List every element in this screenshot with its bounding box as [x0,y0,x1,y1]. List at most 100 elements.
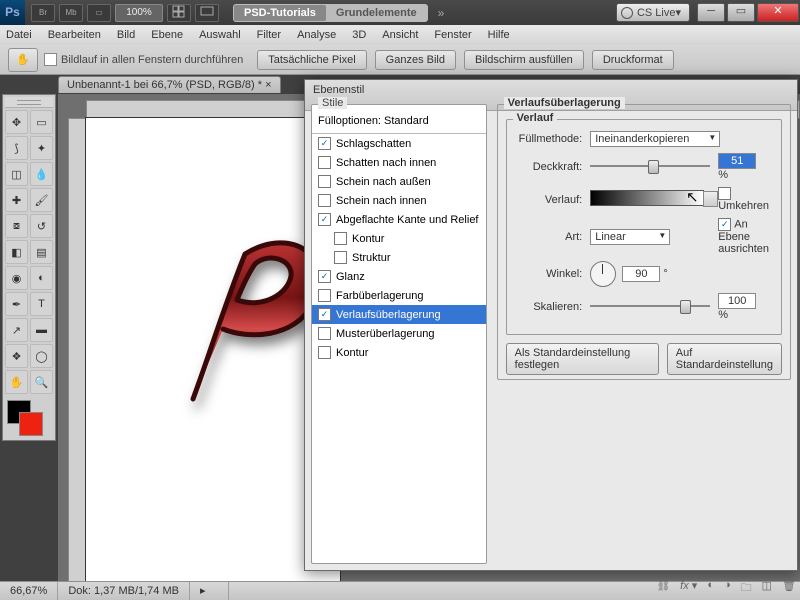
menu-analyse[interactable]: Analyse [297,29,336,41]
actual-pixels-button[interactable]: Tatsächliche Pixel [257,50,366,70]
bridge-icon[interactable]: Br [31,4,55,22]
minibridge-icon[interactable]: Mb [59,4,83,22]
style-row[interactable]: Schein nach innen [312,191,486,210]
heal-tool-icon[interactable]: ✚ [5,188,28,212]
style-checkbox[interactable] [318,327,331,340]
angle-field[interactable]: 90 [622,266,660,282]
menu-hilfe[interactable]: Hilfe [488,29,510,41]
arrange-icon[interactable] [167,4,191,22]
menu-datei[interactable]: Datei [6,29,32,41]
eraser-tool-icon[interactable]: ◧ [5,240,28,264]
stamp-tool-icon[interactable]: ⧇ [5,214,28,238]
wand-tool-icon[interactable]: ✦ [30,136,53,160]
camera-tool-icon[interactable]: ◯ [30,344,53,368]
pen-tool-icon[interactable]: ✒ [5,292,28,316]
new-layer-icon[interactable]: ◫ [762,579,772,598]
zoom-tool-icon[interactable]: 🔍 [30,370,53,394]
style-checkbox[interactable] [318,156,331,169]
style-row[interactable]: Kontur [312,229,486,248]
shape-tool-icon[interactable]: ▬ [30,318,53,342]
style-checkbox[interactable]: ✓ [318,213,331,226]
scroll-all-checkbox[interactable] [44,53,57,66]
gradient-preview[interactable] [590,190,704,206]
style-row[interactable]: Struktur [312,248,486,267]
hand-tool2-icon[interactable]: ✋ [5,370,28,394]
set-default-button[interactable]: Als Standardeinstellung festlegen [506,343,659,375]
workspace-tab-active[interactable]: PSD-Tutorials [234,5,326,21]
style-checkbox[interactable] [318,194,331,207]
fx-icon[interactable]: fx ▾ [680,579,697,598]
style-row[interactable]: ✓Abgeflachte Kante und Relief [312,210,486,229]
style-row[interactable]: ✓Verlaufsüberlagerung [312,305,486,324]
style-row[interactable]: Schein nach außen [312,172,486,191]
cs-live-button[interactable]: CS Live ▾ [616,3,690,22]
angle-dial[interactable] [590,261,616,287]
mask-icon[interactable]: ◐ [707,579,714,598]
style-row[interactable]: ✓Schlagschatten [312,134,486,153]
menu-bearbeiten[interactable]: Bearbeiten [48,29,101,41]
path-tool-icon[interactable]: ↗ [5,318,28,342]
menu-bild[interactable]: Bild [117,29,135,41]
crop-tool-icon[interactable]: ◫ [5,162,28,186]
workspace-tab[interactable]: Grundelemente [326,5,427,21]
hand-tool-icon[interactable]: ✋ [8,48,38,72]
menu-ebene[interactable]: Ebene [151,29,183,41]
link-icon[interactable]: ⛓ [656,579,670,598]
fill-options[interactable]: Fülloptionen: Standard [312,111,486,134]
menu-ansicht[interactable]: Ansicht [382,29,418,41]
style-row[interactable]: Musterüberlagerung [312,324,486,343]
color-swatches[interactable] [5,398,53,438]
blur-tool-icon[interactable]: ◉ [5,266,28,290]
move-tool-icon[interactable]: ✥ [5,110,28,134]
menu-filter[interactable]: Filter [257,29,281,41]
brush-tool-icon[interactable]: 🖌 [30,188,53,212]
style-checkbox[interactable] [318,346,331,359]
blend-mode-select[interactable]: Ineinanderkopieren [590,131,720,147]
reverse-checkbox[interactable] [718,187,731,200]
toolbox-grip[interactable] [5,97,53,108]
menu-3d[interactable]: 3D [352,29,366,41]
trash-icon[interactable]: 🗑 [782,579,796,598]
screenmode-icon[interactable]: ▭ [87,4,111,22]
close-button[interactable]: ✕ [757,3,799,22]
status-doc-size[interactable]: Dok: 1,37 MB/1,74 MB [58,582,190,600]
background-color[interactable] [19,412,43,436]
whole-image-button[interactable]: Ganzes Bild [375,50,456,70]
folder-icon[interactable]: 🗀 [741,579,752,598]
app-icon[interactable]: Ps [0,0,25,25]
style-checkbox[interactable] [334,232,347,245]
screen-icon[interactable] [195,4,219,22]
gradient-style-select[interactable]: Linear [590,229,670,245]
style-checkbox[interactable] [334,251,347,264]
3d-tool-icon[interactable]: ❖ [5,344,28,368]
style-checkbox[interactable]: ✓ [318,308,331,321]
scale-slider[interactable] [590,300,710,312]
style-checkbox[interactable] [318,175,331,188]
scale-field[interactable]: 100 [718,293,756,309]
document-tab[interactable]: Unbenannt-1 bei 66,7% (PSD, RGB/8) * × [58,76,281,93]
lasso-tool-icon[interactable]: ⟆ [5,136,28,160]
opacity-slider[interactable] [590,160,710,172]
zoom-field[interactable]: 100% [115,4,163,22]
eyedropper-tool-icon[interactable]: 💧 [30,162,53,186]
menu-fenster[interactable]: Fenster [434,29,471,41]
style-checkbox[interactable]: ✓ [318,137,331,150]
workspace-switcher[interactable]: PSD-Tutorials Grundelemente [233,4,428,22]
fill-screen-button[interactable]: Bildschirm ausfüllen [464,50,584,70]
opacity-field[interactable]: 51 [718,153,756,169]
menu-auswahl[interactable]: Auswahl [199,29,241,41]
minimize-button[interactable]: ─ [697,3,725,22]
style-checkbox[interactable]: ✓ [318,270,331,283]
align-checkbox[interactable]: ✓ [718,218,731,231]
style-row[interactable]: Schatten nach innen [312,153,486,172]
marquee-tool-icon[interactable]: ▭ [30,110,53,134]
style-row[interactable]: Farbüberlagerung [312,286,486,305]
style-row[interactable]: ✓Glanz [312,267,486,286]
dodge-tool-icon[interactable]: ◐ [30,266,53,290]
status-zoom[interactable]: 66,67% [0,582,58,600]
gradient-tool-icon[interactable]: ▤ [30,240,53,264]
maximize-button[interactable]: ▭ [727,3,755,22]
style-row[interactable]: Kontur [312,343,486,362]
print-format-button[interactable]: Druckformat [592,50,674,70]
reset-default-button[interactable]: Auf Standardeinstellung [667,343,782,375]
